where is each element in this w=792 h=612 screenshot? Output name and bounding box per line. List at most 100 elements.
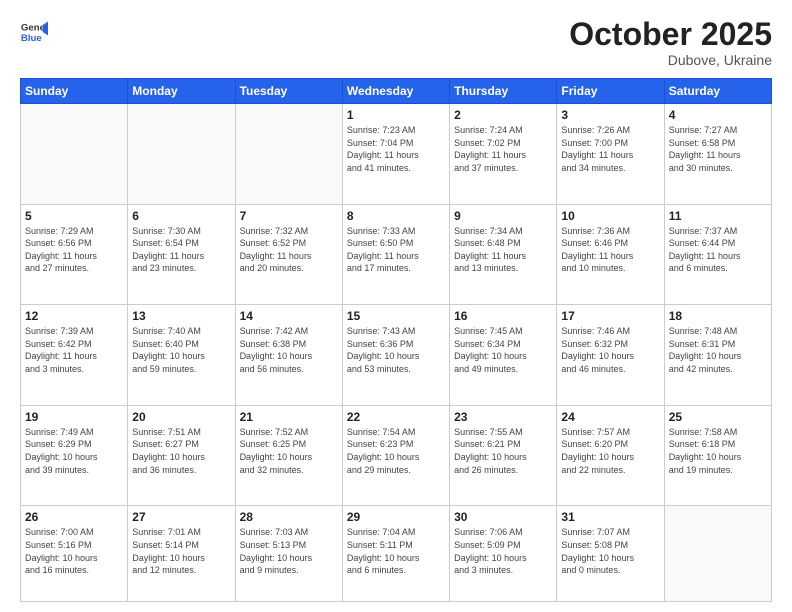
- day-number: 2: [454, 108, 552, 122]
- col-sunday: Sunday: [21, 79, 128, 104]
- calendar-cell-w2-d3: 7 Sunrise: 7:32 AM Sunset: 6:52 PM Daylig…: [235, 204, 342, 305]
- day-number: 1: [347, 108, 445, 122]
- svg-text:Blue: Blue: [21, 33, 42, 44]
- calendar-cell-w5-d2: 27 Sunrise: 7:01 AM Sunset: 5:14 PM Dayli…: [128, 506, 235, 602]
- col-friday: Friday: [557, 79, 664, 104]
- col-saturday: Saturday: [664, 79, 771, 104]
- day-info: Sunrise: 7:39 AM Sunset: 6:42 PM Dayligh…: [25, 325, 123, 375]
- col-tuesday: Tuesday: [235, 79, 342, 104]
- calendar-cell-w5-d1: 26 Sunrise: 7:00 AM Sunset: 5:16 PM Dayli…: [21, 506, 128, 602]
- day-info: Sunrise: 7:37 AM Sunset: 6:44 PM Dayligh…: [669, 225, 767, 275]
- col-wednesday: Wednesday: [342, 79, 449, 104]
- day-number: 19: [25, 410, 123, 424]
- calendar-week-2: 5 Sunrise: 7:29 AM Sunset: 6:56 PM Daylig…: [21, 204, 772, 305]
- day-number: 13: [132, 309, 230, 323]
- day-number: 23: [454, 410, 552, 424]
- day-number: 21: [240, 410, 338, 424]
- day-number: 25: [669, 410, 767, 424]
- day-number: 4: [669, 108, 767, 122]
- logo: General Blue: [20, 18, 48, 46]
- page: General Blue October 2025 Dubove, Ukrain…: [0, 0, 792, 612]
- day-number: 26: [25, 510, 123, 524]
- day-number: 24: [561, 410, 659, 424]
- day-number: 5: [25, 209, 123, 223]
- calendar-cell-w5-d4: 29Sunrise: 7:04 AM Sunset: 5:11 PM Dayli…: [342, 506, 449, 602]
- calendar-cell-w1-d6: 3 Sunrise: 7:26 AM Sunset: 7:00 PM Daylig…: [557, 104, 664, 205]
- calendar-cell-w3-d3: 14 Sunrise: 7:42 AM Sunset: 6:38 PM Dayli…: [235, 305, 342, 406]
- calendar-cell-w3-d5: 16 Sunrise: 7:45 AM Sunset: 6:34 PM Dayli…: [450, 305, 557, 406]
- calendar-cell-w2-d6: 10 Sunrise: 7:36 AM Sunset: 6:46 PM Dayli…: [557, 204, 664, 305]
- day-info: Sunrise: 7:32 AM Sunset: 6:52 PM Dayligh…: [240, 225, 338, 275]
- calendar-cell-w1-d2: [128, 104, 235, 205]
- calendar-cell-w2-d5: 9 Sunrise: 7:34 AM Sunset: 6:48 PM Daylig…: [450, 204, 557, 305]
- calendar-cell-w2-d2: 6 Sunrise: 7:30 AM Sunset: 6:54 PM Daylig…: [128, 204, 235, 305]
- calendar-table: Sunday Monday Tuesday Wednesday Thursday…: [20, 78, 772, 602]
- calendar-week-4: 19Sunrise: 7:49 AM Sunset: 6:29 PM Dayli…: [21, 405, 772, 506]
- calendar-cell-w3-d4: 15Sunrise: 7:43 AM Sunset: 6:36 PM Dayli…: [342, 305, 449, 406]
- day-number: 6: [132, 209, 230, 223]
- day-number: 17: [561, 309, 659, 323]
- calendar-cell-w1-d7: 4Sunrise: 7:27 AM Sunset: 6:58 PM Daylig…: [664, 104, 771, 205]
- day-info: Sunrise: 7:36 AM Sunset: 6:46 PM Dayligh…: [561, 225, 659, 275]
- calendar-cell-w1-d4: 1 Sunrise: 7:23 AM Sunset: 7:04 PM Daylig…: [342, 104, 449, 205]
- day-info: Sunrise: 7:23 AM Sunset: 7:04 PM Dayligh…: [347, 124, 445, 174]
- day-info: Sunrise: 7:55 AM Sunset: 6:21 PM Dayligh…: [454, 426, 552, 476]
- calendar-cell-w4-d6: 24 Sunrise: 7:57 AM Sunset: 6:20 PM Dayli…: [557, 405, 664, 506]
- col-monday: Monday: [128, 79, 235, 104]
- day-number: 31: [561, 510, 659, 524]
- day-info: Sunrise: 7:45 AM Sunset: 6:34 PM Dayligh…: [454, 325, 552, 375]
- day-info: Sunrise: 7:57 AM Sunset: 6:20 PM Dayligh…: [561, 426, 659, 476]
- day-info: Sunrise: 7:51 AM Sunset: 6:27 PM Dayligh…: [132, 426, 230, 476]
- day-number: 14: [240, 309, 338, 323]
- calendar-cell-w4-d3: 21Sunrise: 7:52 AM Sunset: 6:25 PM Dayli…: [235, 405, 342, 506]
- location: Dubove, Ukraine: [569, 52, 772, 68]
- calendar-cell-w3-d2: 13 Sunrise: 7:40 AM Sunset: 6:40 PM Dayli…: [128, 305, 235, 406]
- calendar-week-1: 1 Sunrise: 7:23 AM Sunset: 7:04 PM Daylig…: [21, 104, 772, 205]
- day-number: 22: [347, 410, 445, 424]
- calendar-cell-w2-d7: 11 Sunrise: 7:37 AM Sunset: 6:44 PM Dayli…: [664, 204, 771, 305]
- day-number: 10: [561, 209, 659, 223]
- calendar-cell-w2-d4: 8Sunrise: 7:33 AM Sunset: 6:50 PM Daylig…: [342, 204, 449, 305]
- calendar-cell-w3-d1: 12 Sunrise: 7:39 AM Sunset: 6:42 PM Dayli…: [21, 305, 128, 406]
- day-number: 7: [240, 209, 338, 223]
- day-number: 9: [454, 209, 552, 223]
- calendar-cell-w5-d3: 28Sunrise: 7:03 AM Sunset: 5:13 PM Dayli…: [235, 506, 342, 602]
- day-info: Sunrise: 7:01 AM Sunset: 5:14 PM Dayligh…: [132, 526, 230, 576]
- calendar-cell-w2-d1: 5 Sunrise: 7:29 AM Sunset: 6:56 PM Daylig…: [21, 204, 128, 305]
- day-number: 16: [454, 309, 552, 323]
- day-info: Sunrise: 7:26 AM Sunset: 7:00 PM Dayligh…: [561, 124, 659, 174]
- col-thursday: Thursday: [450, 79, 557, 104]
- day-number: 11: [669, 209, 767, 223]
- day-info: Sunrise: 7:07 AM Sunset: 5:08 PM Dayligh…: [561, 526, 659, 576]
- month-title: October 2025: [569, 18, 772, 50]
- calendar-cell-w1-d3: [235, 104, 342, 205]
- day-info: Sunrise: 7:30 AM Sunset: 6:54 PM Dayligh…: [132, 225, 230, 275]
- calendar-week-3: 12 Sunrise: 7:39 AM Sunset: 6:42 PM Dayli…: [21, 305, 772, 406]
- day-info: Sunrise: 7:00 AM Sunset: 5:16 PM Dayligh…: [25, 526, 123, 576]
- calendar-cell-w1-d5: 2Sunrise: 7:24 AM Sunset: 7:02 PM Daylig…: [450, 104, 557, 205]
- day-info: Sunrise: 7:54 AM Sunset: 6:23 PM Dayligh…: [347, 426, 445, 476]
- day-info: Sunrise: 7:29 AM Sunset: 6:56 PM Dayligh…: [25, 225, 123, 275]
- logo-icon: General Blue: [20, 18, 48, 46]
- calendar-cell-w4-d2: 20 Sunrise: 7:51 AM Sunset: 6:27 PM Dayli…: [128, 405, 235, 506]
- calendar-cell-w5-d7: [664, 506, 771, 602]
- day-number: 12: [25, 309, 123, 323]
- calendar-cell-w4-d4: 22 Sunrise: 7:54 AM Sunset: 6:23 PM Dayli…: [342, 405, 449, 506]
- calendar-week-5: 26 Sunrise: 7:00 AM Sunset: 5:16 PM Dayli…: [21, 506, 772, 602]
- day-number: 27: [132, 510, 230, 524]
- calendar-cell-w5-d5: 30Sunrise: 7:06 AM Sunset: 5:09 PM Dayli…: [450, 506, 557, 602]
- calendar-cell-w5-d6: 31 Sunrise: 7:07 AM Sunset: 5:08 PM Dayli…: [557, 506, 664, 602]
- day-info: Sunrise: 7:43 AM Sunset: 6:36 PM Dayligh…: [347, 325, 445, 375]
- day-info: Sunrise: 7:06 AM Sunset: 5:09 PM Dayligh…: [454, 526, 552, 576]
- day-info: Sunrise: 7:33 AM Sunset: 6:50 PM Dayligh…: [347, 225, 445, 275]
- day-number: 3: [561, 108, 659, 122]
- day-info: Sunrise: 7:40 AM Sunset: 6:40 PM Dayligh…: [132, 325, 230, 375]
- title-block: October 2025 Dubove, Ukraine: [569, 18, 772, 68]
- day-info: Sunrise: 7:34 AM Sunset: 6:48 PM Dayligh…: [454, 225, 552, 275]
- day-info: Sunrise: 7:03 AM Sunset: 5:13 PM Dayligh…: [240, 526, 338, 576]
- header: General Blue October 2025 Dubove, Ukrain…: [20, 18, 772, 68]
- day-number: 20: [132, 410, 230, 424]
- day-info: Sunrise: 7:42 AM Sunset: 6:38 PM Dayligh…: [240, 325, 338, 375]
- calendar-header-row: Sunday Monday Tuesday Wednesday Thursday…: [21, 79, 772, 104]
- calendar-cell-w4-d1: 19Sunrise: 7:49 AM Sunset: 6:29 PM Dayli…: [21, 405, 128, 506]
